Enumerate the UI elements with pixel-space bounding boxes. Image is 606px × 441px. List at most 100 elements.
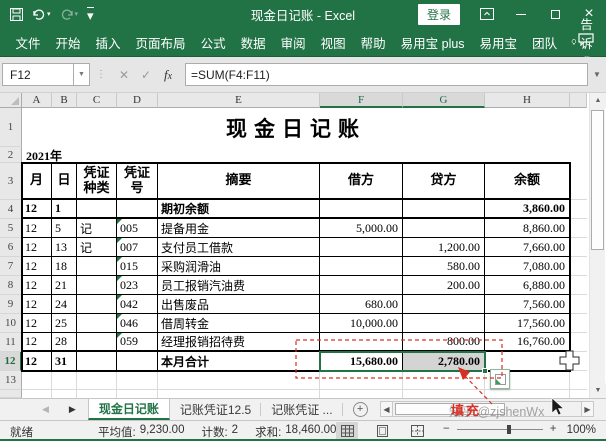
column-header[interactable]: F <box>320 93 403 108</box>
row-header[interactable]: 10 <box>0 314 22 333</box>
scroll-up-icon[interactable]: ▲ <box>590 93 606 108</box>
ribbon-tab-2[interactable]: 插入 <box>88 28 128 57</box>
cell-day[interactable]: 25 <box>52 314 77 333</box>
sliver-cell[interactable] <box>570 257 587 276</box>
cell-balance[interactable]: 6,880.00 <box>485 276 570 295</box>
empty-cell[interactable] <box>158 390 320 398</box>
zoom-out-icon[interactable]: − <box>443 423 450 435</box>
column-header[interactable]: B <box>52 93 77 108</box>
prev-sheet-icon[interactable]: ◀ <box>42 404 49 415</box>
cell-balance[interactable]: 7,560.00 <box>485 295 570 314</box>
zoom-percentage[interactable]: 100% <box>567 424 596 436</box>
cell-desc[interactable]: 出售废品 <box>158 295 320 314</box>
cell-day[interactable]: 24 <box>52 295 77 314</box>
ribbon-tab-7[interactable]: 视图 <box>313 28 353 57</box>
cell-balance[interactable]: 7,660.00 <box>485 238 570 257</box>
cell-day[interactable]: 13 <box>52 238 77 257</box>
cell-day[interactable]: 18 <box>52 257 77 276</box>
cell-credit[interactable]: 1,200.00 <box>403 238 485 257</box>
cell-type[interactable] <box>77 314 117 333</box>
sliver-cell[interactable] <box>570 238 587 257</box>
cell-month[interactable]: 12 <box>22 276 52 295</box>
empty-cell[interactable] <box>403 390 485 398</box>
cell-no[interactable]: 046 <box>117 314 158 333</box>
customize-quick-access-icon[interactable]: ▾ <box>87 7 94 22</box>
vertical-scroll-thumb[interactable] <box>591 110 604 250</box>
next-sheet-icon[interactable]: ▶ <box>69 404 76 415</box>
cell-desc[interactable]: 支付员工借款 <box>158 238 320 257</box>
ribbon-tab-file[interactable]: 文件 <box>8 28 48 57</box>
cell-month[interactable]: 12 <box>22 314 52 333</box>
cell-type[interactable]: 记 <box>77 238 117 257</box>
cell-debit[interactable] <box>320 238 403 257</box>
page-layout-view-button[interactable] <box>371 422 393 439</box>
cell-type[interactable] <box>77 200 117 219</box>
row-header[interactable]: 2 <box>0 147 22 163</box>
formula-input[interactable]: =SUM(F4:F11) <box>185 63 588 86</box>
ribbon-tab-11[interactable]: 团队 <box>525 28 565 57</box>
insert-function-icon[interactable]: fx <box>157 67 179 83</box>
cell-month[interactable]: 12 <box>22 238 52 257</box>
ribbon-tab-3[interactable]: 页面布局 <box>128 28 193 57</box>
cell-type[interactable] <box>77 295 117 314</box>
cell-credit[interactable] <box>403 200 485 219</box>
sliver-cell[interactable] <box>570 295 587 314</box>
column-header[interactable]: C <box>77 93 117 108</box>
cell-balance[interactable]: 7,080.00 <box>485 257 570 276</box>
sliver-cell[interactable] <box>570 219 587 238</box>
header-cell-month[interactable]: 月 <box>22 163 52 200</box>
sliver-cell[interactable] <box>570 314 587 333</box>
header-cell-day[interactable]: 日 <box>52 163 77 200</box>
cell-day[interactable]: 28 <box>52 333 77 352</box>
cell-debit[interactable]: 15,680.00 <box>320 352 403 371</box>
maximize-button[interactable] <box>548 7 562 21</box>
zoom-slider-thumb[interactable] <box>507 425 511 434</box>
sheet-title-cell[interactable]: 现金日记账 <box>22 108 570 147</box>
cell-debit[interactable] <box>320 257 403 276</box>
empty-cell[interactable] <box>117 390 158 398</box>
undo-button[interactable]: ▾ <box>32 8 51 20</box>
empty-cell[interactable] <box>403 371 485 390</box>
cell-month[interactable]: 12 <box>22 295 52 314</box>
cell-month[interactable]: 12 <box>22 200 52 219</box>
cell-credit[interactable]: 800.00 <box>403 333 485 352</box>
scroll-down-icon[interactable]: ▼ <box>590 383 606 398</box>
login-button[interactable]: 登录 <box>418 4 460 25</box>
comment-icon[interactable] <box>578 33 594 51</box>
cell-day[interactable]: 5 <box>52 219 77 238</box>
sliver-cell[interactable] <box>570 371 587 390</box>
sliver-cell[interactable] <box>570 352 587 371</box>
empty-cell[interactable] <box>77 371 117 390</box>
page-break-view-button[interactable] <box>406 422 428 439</box>
normal-view-button[interactable] <box>336 422 358 439</box>
cell-credit[interactable]: 2,780.00 <box>403 352 485 371</box>
sliver-cell[interactable] <box>570 276 587 295</box>
column-header[interactable]: D <box>117 93 158 108</box>
new-sheet-button[interactable]: + <box>353 402 368 417</box>
cell-no[interactable]: 007 <box>117 238 158 257</box>
cell-balance[interactable]: 8,860.00 <box>485 219 570 238</box>
zoom-in-icon[interactable]: + <box>550 423 557 435</box>
header-cell-voucher_type[interactable]: 凭证 种类 <box>77 163 117 200</box>
cell-credit[interactable] <box>403 314 485 333</box>
cell-debit[interactable] <box>320 200 403 219</box>
cell-desc[interactable]: 员工报销汽油费 <box>158 276 320 295</box>
row-header[interactable]: 13 <box>0 371 22 390</box>
row-header[interactable]: 3 <box>0 163 22 200</box>
empty-cell[interactable] <box>320 390 403 398</box>
row-header[interactable]: 6 <box>0 238 22 257</box>
sheet-tab-2[interactable]: 记账凭证 ... <box>261 399 342 420</box>
cell-balance[interactable]: 16,760.00 <box>485 333 570 352</box>
cell-debit[interactable]: 680.00 <box>320 295 403 314</box>
vertical-scrollbar[interactable]: ▲ ▼ <box>589 93 605 398</box>
cell-month[interactable]: 12 <box>22 219 52 238</box>
ribbon-tab-10[interactable]: 易用宝 <box>472 28 525 57</box>
empty-cell[interactable] <box>52 390 77 398</box>
cell-debit[interactable] <box>320 333 403 352</box>
empty-cell[interactable] <box>117 371 158 390</box>
year-cell[interactable]: 2021年 <box>22 147 570 163</box>
cell-desc[interactable]: 经理报销招待费 <box>158 333 320 352</box>
cell-day[interactable]: 31 <box>52 352 77 371</box>
row-header[interactable]: 12 <box>0 352 22 371</box>
empty-cell[interactable] <box>320 371 403 390</box>
